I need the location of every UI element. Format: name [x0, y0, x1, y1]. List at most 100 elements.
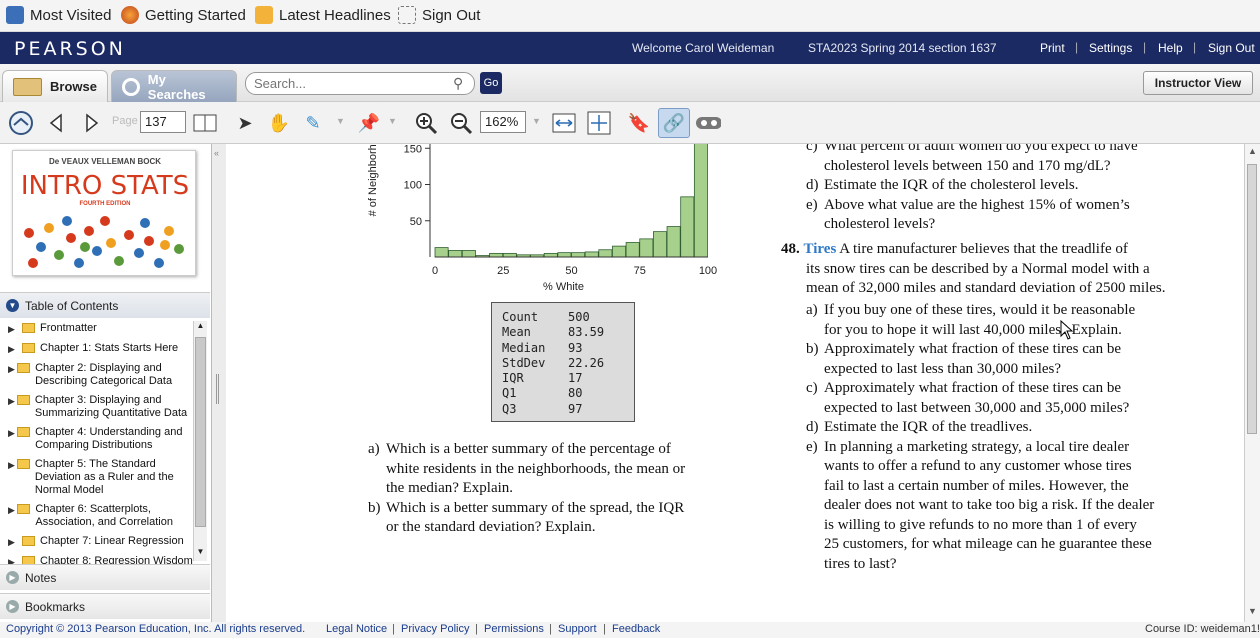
toc-item[interactable]: ▶ Chapter 4: Understanding and Comparing … — [0, 423, 193, 455]
help-link[interactable]: Help — [1158, 41, 1183, 55]
histogram-bar — [543, 252, 558, 258]
expand-arrow-icon[interactable]: ▶ — [8, 323, 20, 336]
expand-arrow-icon[interactable]: ▶ — [8, 504, 15, 517]
x-tick-label: 75 — [634, 265, 646, 277]
expand-arrow-icon[interactable]: ▶ — [8, 536, 20, 549]
two-page-view-icon[interactable] — [192, 110, 218, 136]
toc-item[interactable]: ▶ Chapter 5: The Standard Deviation as a … — [0, 455, 193, 500]
toc-scrollbar[interactable]: ▲ ▼ — [193, 321, 207, 561]
toc-item[interactable]: ▶ Chapter 7: Linear Regression — [0, 532, 193, 552]
notes-section[interactable]: ▶ Notes — [0, 564, 210, 590]
fit-page-icon[interactable] — [586, 110, 612, 136]
histogram-bar — [639, 238, 654, 258]
hand-tool-icon[interactable]: ✋ — [266, 110, 292, 136]
stat-name: IQR — [502, 371, 524, 386]
expand-arrow-icon[interactable]: ▶ — [8, 459, 15, 472]
stats-row: Mean 83.59 — [502, 325, 624, 340]
highlighter-icon[interactable]: ✎ — [300, 110, 326, 136]
question-item: e) Above what value are the highest 15% o… — [806, 196, 1206, 235]
toc-item[interactable]: ▶ Frontmatter — [0, 319, 193, 339]
zoom-out-icon[interactable] — [448, 110, 474, 136]
question-line: expected to last between 30,000 and 35,0… — [824, 399, 1130, 416]
book-cover[interactable]: De VEAUX VELLEMAN BOCK INTRO STATS FOURT… — [12, 150, 196, 276]
toc-header[interactable]: ▼ Table of Contents — [0, 292, 210, 318]
expand-arrow-icon[interactable]: ▶ — [8, 363, 15, 376]
cover-dot — [164, 226, 174, 236]
sign-out-link[interactable]: Sign Out — [1208, 41, 1255, 55]
y-axis-label: # of Neighborho — [367, 144, 379, 216]
next-page-icon[interactable] — [78, 110, 104, 136]
feedback-link[interactable]: Feedback — [612, 623, 660, 635]
browse-tab[interactable]: Browse — [2, 70, 108, 102]
expand-arrow-icon[interactable]: ▶ — [8, 395, 15, 408]
expand-arrow-icon[interactable]: ▶ — [8, 343, 20, 356]
question-item: a) Which is a better summary of the perce… — [368, 440, 728, 499]
toc-item[interactable]: ▶ Chapter 8: Regression Wisdom — [0, 552, 193, 564]
privacy-policy-link[interactable]: Privacy Policy — [401, 623, 469, 635]
bookmark-most-visited[interactable]: Most Visited — [6, 6, 111, 24]
cover-dot — [62, 216, 72, 226]
expand-arrow-icon[interactable]: ▶ — [8, 556, 20, 564]
scroll-up-icon[interactable]: ▲ — [1248, 146, 1257, 156]
toc-list: ▶ Frontmatter ▶ Chapter 1: Stats Starts Her… — [0, 319, 193, 564]
search-icon[interactable]: ⚲ — [453, 75, 463, 92]
my-searches-tab[interactable]: My Searches — [111, 70, 237, 102]
permissions-link[interactable]: Permissions — [484, 623, 544, 635]
question-item: b) Approximately what fraction of these t… — [806, 340, 1206, 379]
cover-dot — [92, 246, 102, 256]
histogram-bar — [584, 251, 599, 258]
previous-page-icon[interactable] — [44, 110, 70, 136]
bookmark-icon[interactable]: 🔖 — [626, 110, 652, 136]
question-label: a) — [368, 441, 380, 457]
scroll-up-icon[interactable]: ▲ — [195, 321, 206, 333]
instructor-view-button[interactable]: Instructor View — [1143, 71, 1253, 95]
folder-icon — [17, 427, 31, 437]
chevron-down-icon[interactable]: ▼ — [336, 116, 345, 126]
bookmark-sign-out[interactable]: Sign Out — [398, 6, 480, 24]
media-icon[interactable] — [695, 110, 721, 136]
splitter-grip[interactable] — [216, 374, 219, 404]
toc-item[interactable]: ▶ Chapter 1: Stats Starts Here — [0, 339, 193, 359]
print-link[interactable]: Print — [1040, 41, 1065, 55]
page-number-input[interactable]: 137 — [140, 111, 186, 133]
cover-dot — [114, 256, 124, 266]
cover-dot — [66, 233, 76, 243]
question-line: What percent of adult women do you expec… — [824, 144, 1138, 154]
home-icon[interactable] — [8, 110, 34, 136]
chevron-down-icon[interactable]: ▼ — [388, 116, 397, 126]
toc-item[interactable]: ▶ Chapter 3: Displaying and Summarizing Q… — [0, 391, 193, 423]
bookmark-getting-started[interactable]: Getting Started — [121, 6, 246, 24]
brand-logo: PEARSON — [14, 38, 126, 60]
question-label: e) — [806, 438, 818, 455]
splitter[interactable]: « — [212, 144, 226, 622]
pointer-icon[interactable]: ➤ — [232, 110, 258, 136]
zoom-level-input[interactable]: 162% — [480, 111, 526, 133]
scroll-down-icon[interactable]: ▼ — [195, 547, 206, 559]
pushpin-icon[interactable]: 📌 — [356, 110, 382, 136]
toc-item[interactable]: ▶ Chapter 6: Scatterplots, Association, a… — [0, 500, 193, 532]
scroll-thumb[interactable] — [1247, 164, 1257, 434]
zoom-in-icon[interactable] — [413, 110, 439, 136]
link-icon[interactable]: 🔗 — [658, 108, 690, 138]
collapse-left-icon[interactable]: « — [214, 148, 219, 158]
scroll-thumb[interactable] — [195, 337, 206, 527]
bookmarks-section[interactable]: ▶ Bookmarks — [0, 593, 210, 619]
chevron-down-icon[interactable]: ▼ — [532, 116, 541, 126]
cover-dot — [28, 258, 38, 268]
support-link[interactable]: Support — [558, 623, 597, 635]
search-input[interactable] — [245, 72, 475, 95]
bookmark-latest-headlines[interactable]: Latest Headlines — [255, 6, 391, 24]
cover-dot — [74, 258, 84, 268]
settings-link[interactable]: Settings — [1089, 41, 1132, 55]
scroll-down-icon[interactable]: ▼ — [1248, 606, 1257, 616]
fit-width-icon[interactable] — [551, 110, 577, 136]
expand-arrow-icon[interactable]: ▶ — [8, 427, 15, 440]
rss-icon — [255, 6, 273, 24]
legal-notice-link[interactable]: Legal Notice — [326, 623, 387, 635]
toc-item-label: Frontmatter — [40, 322, 97, 334]
book-edition: FOURTH EDITION — [79, 201, 131, 207]
go-button[interactable]: Go — [480, 72, 502, 94]
stat-name: Mean — [502, 325, 531, 340]
page-scrollbar[interactable]: ▲ ▼ — [1244, 144, 1260, 622]
toc-item[interactable]: ▶ Chapter 2: Displaying and Describing Ca… — [0, 359, 193, 391]
